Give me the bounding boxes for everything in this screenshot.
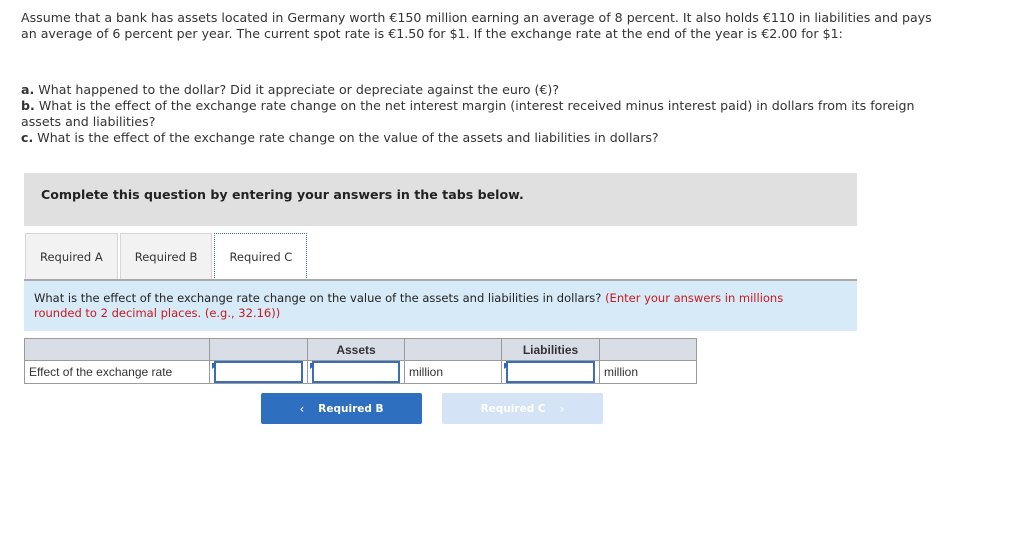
- assets-input[interactable]: [312, 361, 400, 383]
- header-assets-unit: [404, 338, 502, 361]
- header-direction-col: [209, 338, 308, 361]
- assets-cell: [307, 360, 405, 384]
- instruction-banner: Complete this question by entering your …: [24, 173, 857, 226]
- question-parts: a. What happened to the dollar? Did it a…: [21, 82, 951, 146]
- tab-required-c[interactable]: Required C: [214, 233, 308, 280]
- direction-input[interactable]: [214, 361, 303, 383]
- chevron-right-icon: ›: [559, 401, 565, 416]
- liabilities-cell: [501, 360, 600, 384]
- instruction-text: Complete this question by entering your …: [41, 187, 524, 202]
- question-prompt: What is the effect of the exchange rate …: [34, 291, 834, 321]
- part-b: b. What is the effect of the exchange ra…: [21, 98, 951, 130]
- part-a-text: What happened to the dollar? Did it appr…: [34, 82, 560, 97]
- tab-required-b[interactable]: Required B: [119, 233, 213, 280]
- direction-cell: [209, 360, 308, 384]
- tab-required-a[interactable]: Required A: [25, 233, 118, 280]
- problem-statement: Assume that a bank has assets located in…: [21, 10, 951, 42]
- part-b-text: What is the effect of the exchange rate …: [21, 98, 915, 129]
- tab-bar: Required A Required B Required C: [25, 233, 309, 280]
- question-panel: What is the effect of the exchange rate …: [24, 281, 857, 331]
- table-row: Effect of the exchange rate million mill…: [24, 360, 697, 384]
- part-c-label: c.: [21, 130, 34, 145]
- prev-button-label: Required B: [318, 402, 384, 415]
- row-label: Effect of the exchange rate: [24, 360, 210, 384]
- problem-text: Assume that a bank has assets located in…: [21, 10, 932, 41]
- answer-table: Assets Liabilities Effect of the exchang…: [24, 338, 697, 384]
- part-c-text: What is the effect of the exchange rate …: [33, 130, 659, 145]
- header-liabilities-unit: [599, 338, 697, 361]
- part-c: c. What is the effect of the exchange ra…: [21, 130, 951, 146]
- header-assets: Assets: [307, 338, 405, 361]
- part-a: a. What happened to the dollar? Did it a…: [21, 82, 951, 98]
- liabilities-unit: million: [599, 360, 697, 384]
- prev-required-b-button[interactable]: ‹ Required B: [261, 393, 422, 424]
- question-text: What is the effect of the exchange rate …: [34, 291, 606, 305]
- assets-unit: million: [404, 360, 502, 384]
- next-button-label: Required C: [480, 402, 546, 415]
- part-a-label: a.: [21, 82, 35, 97]
- table-header-row: Assets Liabilities: [24, 338, 697, 361]
- next-required-c-button[interactable]: Required C ›: [442, 393, 603, 424]
- liabilities-input[interactable]: [506, 361, 595, 383]
- header-liabilities: Liabilities: [501, 338, 600, 361]
- header-label-col: [24, 338, 210, 361]
- part-b-label: b.: [21, 98, 35, 113]
- chevron-left-icon: ‹: [299, 401, 305, 416]
